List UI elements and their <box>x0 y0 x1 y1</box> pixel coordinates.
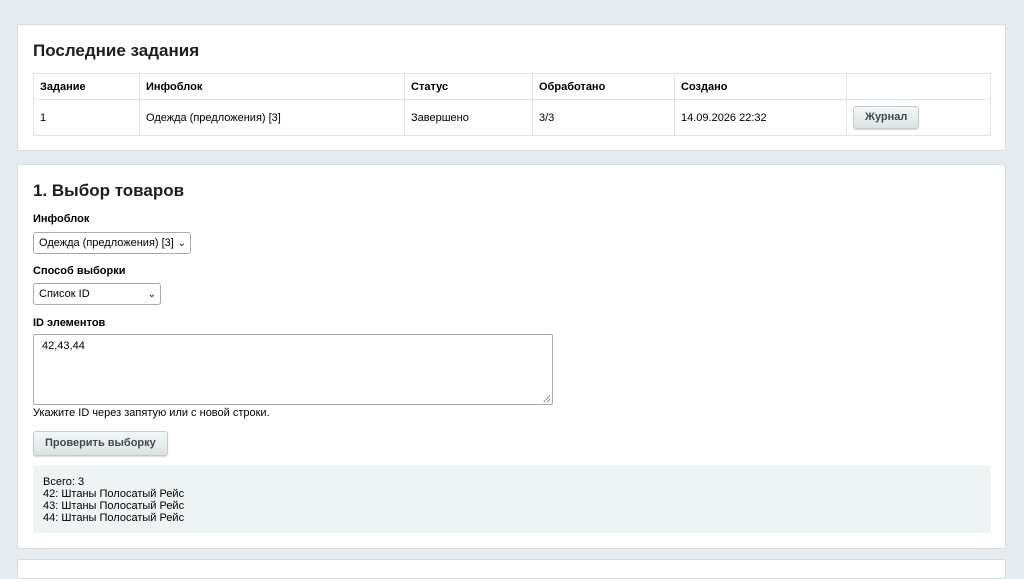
method-select[interactable]: Список ID ⌄ <box>33 283 161 305</box>
ids-label: ID элементов <box>33 317 106 329</box>
iblock-label: Инфоблок <box>33 213 90 225</box>
table-header-row: Задание Инфоблок Статус Обработано Созда… <box>33 73 991 100</box>
next-panel <box>17 559 1006 579</box>
cell-task: 1 <box>33 99 140 136</box>
resize-handle-icon[interactable] <box>543 395 550 402</box>
header-actions <box>846 73 991 100</box>
header-created: Создано <box>674 73 847 100</box>
selection-result: Всего: 3 42: Штаны Полосатый Рейс 43: Шт… <box>33 465 991 533</box>
recent-tasks-panel: Последние задания Задание Инфоблок Стату… <box>17 24 1006 151</box>
product-selection-panel: 1. Выбор товаров Инфоблок Одежда (предло… <box>17 164 1006 549</box>
recent-tasks-title: Последние задания <box>33 41 200 60</box>
list-item: 42: Штаны Полосатый Рейс <box>43 488 185 500</box>
tasks-table: Задание Инфоблок Статус Обработано Созда… <box>33 73 991 136</box>
cell-created: 14.09.2026 22:32 <box>674 99 847 136</box>
chevron-down-icon: ⌄ <box>147 289 156 300</box>
chevron-down-icon: ⌄ <box>177 238 186 249</box>
list-item: 43: Штаны Полосатый Рейс <box>43 500 185 512</box>
cell-processed: 3/3 <box>532 99 675 136</box>
list-item: 44: Штаны Полосатый Рейс <box>43 512 185 524</box>
ids-hint: Укажите ID через запятую или с новой стр… <box>33 407 270 419</box>
cell-status: Завершено <box>404 99 533 136</box>
method-label: Способ выборки <box>33 265 126 277</box>
ids-textarea[interactable]: 42,43,44 <box>33 334 553 405</box>
table-row: 1 Одежда (предложения) [3] Завершено 3/3… <box>33 99 991 136</box>
iblock-select[interactable]: Одежда (предложения) [3] ⌄ <box>33 232 191 254</box>
header-processed: Обработано <box>532 73 675 100</box>
check-selection-button[interactable]: Проверить выборку <box>33 431 168 456</box>
ids-textarea-value: 42,43,44 <box>42 340 85 352</box>
cell-actions: Журнал <box>846 99 991 136</box>
method-select-value: Список ID <box>39 288 90 300</box>
header-task: Задание <box>33 73 140 100</box>
result-total: Всего: 3 <box>43 476 85 488</box>
header-status: Статус <box>404 73 533 100</box>
selection-title: 1. Выбор товаров <box>33 181 185 200</box>
cell-iblock: Одежда (предложения) [3] <box>139 99 405 136</box>
header-iblock: Инфоблок <box>139 73 405 100</box>
iblock-select-value: Одежда (предложения) [3] <box>39 237 174 249</box>
journal-button[interactable]: Журнал <box>853 106 920 129</box>
